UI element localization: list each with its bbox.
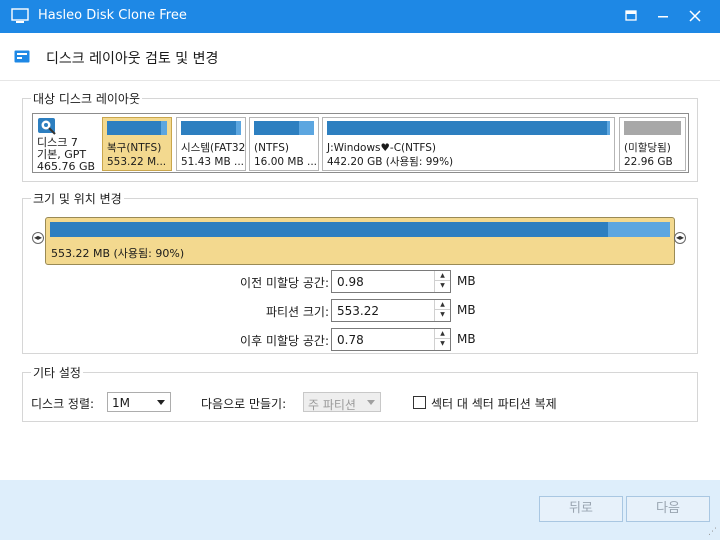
align-select[interactable]: 1M xyxy=(107,392,171,412)
title-bar: Hasleo Disk Clone Free xyxy=(0,0,720,33)
partition-name: 복구(NTFS) xyxy=(107,142,162,154)
resize-usage-fill xyxy=(50,222,608,237)
before-free-row: 이전 미할당 공간: 0.98 ▲ ▼ MB xyxy=(23,270,699,294)
partition-name: 시스템(FAT32 xyxy=(181,142,246,154)
field-label: 파티션 크기: xyxy=(265,305,329,319)
partition-size-spinbox[interactable]: 553.22 ▲ ▼ xyxy=(331,299,451,322)
group-title: 대상 디스크 레이아웃 xyxy=(31,90,142,107)
usage-fill xyxy=(107,121,161,135)
partition-recovery[interactable]: 복구(NTFS) 553.22 M... xyxy=(102,117,172,171)
usage-fill xyxy=(327,121,608,135)
restore-icon[interactable] xyxy=(620,6,642,26)
sector-clone-checkbox[interactable] xyxy=(413,396,426,409)
after-free-spinbox[interactable]: 0.78 ▲ ▼ xyxy=(331,328,451,351)
disk-search-icon xyxy=(38,118,56,135)
right-resize-handle[interactable]: ◂▸ xyxy=(674,232,686,244)
main-content: 대상 디스크 레이아웃 디스크 7 기본, GPT 465.76 GB 복구(N… xyxy=(0,82,720,480)
spin-buttons: ▲ ▼ xyxy=(434,329,450,350)
usage-fill xyxy=(624,121,681,135)
disk-row: 디스크 7 기본, GPT 465.76 GB 복구(NTFS) 553.22 … xyxy=(32,113,689,173)
align-label: 디스크 정렬: xyxy=(31,397,95,411)
page-header: 디스크 레이아웃 검토 및 변경 xyxy=(0,33,720,81)
chevron-down-icon xyxy=(157,400,165,405)
field-label: 이후 미할당 공간: xyxy=(240,334,329,348)
usage-bar xyxy=(624,121,681,135)
back-button[interactable]: 뒤로 xyxy=(539,496,623,522)
resize-bar-label: 553.22 MB (사용됨: 90%) xyxy=(51,247,185,260)
unit-label: MB xyxy=(457,332,476,346)
disk-size: 465.76 GB xyxy=(37,160,96,173)
resize-usage-bar xyxy=(50,222,670,237)
spin-down-icon[interactable]: ▼ xyxy=(435,339,450,349)
partition-name: (미할당됨) xyxy=(624,142,671,154)
partition-resize-bar[interactable]: 553.22 MB (사용됨: 90%) xyxy=(45,217,675,265)
spin-buttons: ▲ ▼ xyxy=(434,300,450,321)
create-as-value: 주 파티션 xyxy=(308,398,356,412)
partition-size: 553.22 M... xyxy=(107,156,167,168)
field-label: 이전 미할당 공간: xyxy=(240,276,329,290)
monitor-icon xyxy=(11,8,29,23)
resize-grip-icon[interactable]: ⋰ xyxy=(708,527,717,537)
spin-value: 553.22 xyxy=(337,304,379,318)
minimize-icon[interactable] xyxy=(652,6,674,26)
target-layout-group: 대상 디스크 레이아웃 디스크 7 기본, GPT 465.76 GB 복구(N… xyxy=(22,90,698,182)
spin-down-icon[interactable]: ▼ xyxy=(435,281,450,291)
partition-size: 22.96 GB xyxy=(624,156,673,168)
align-value: 1M xyxy=(112,396,130,410)
spin-buttons: ▲ ▼ xyxy=(434,271,450,292)
spin-up-icon[interactable]: ▲ xyxy=(435,271,450,281)
usage-bar xyxy=(181,121,241,135)
usage-bar xyxy=(254,121,314,135)
group-title: 크기 및 위치 변경 xyxy=(31,190,124,207)
partition-name: J:Windows♥-C(NTFS) xyxy=(327,142,437,154)
before-free-spinbox[interactable]: 0.98 ▲ ▼ xyxy=(331,270,451,293)
unit-label: MB xyxy=(457,303,476,317)
unit-label: MB xyxy=(457,274,476,288)
partition-size-row: 파티션 크기: 553.22 ▲ ▼ MB xyxy=(23,299,699,323)
page-title: 디스크 레이아웃 검토 및 변경 xyxy=(46,51,219,67)
resize-group: 크기 및 위치 변경 ◂▸ 553.22 MB (사용됨: 90%) ◂▸ 이전… xyxy=(22,190,699,354)
sector-clone-label[interactable]: 섹터 대 섹터 파티션 복제 xyxy=(431,395,557,415)
partition-windows[interactable]: J:Windows♥-C(NTFS) 442.20 GB (사용됨: 99%) xyxy=(322,117,615,171)
spin-value: 0.98 xyxy=(337,275,364,289)
disk-info: 디스크 7 기본, GPT 465.76 GB xyxy=(35,116,107,173)
spin-value: 0.78 xyxy=(337,333,364,347)
partition-system[interactable]: 시스템(FAT32 51.43 MB ... xyxy=(176,117,246,171)
footer: 뒤로 다음 ⋰ xyxy=(0,480,720,540)
usage-fill xyxy=(254,121,299,135)
chevron-down-icon xyxy=(367,400,375,405)
partition-size: 51.43 MB ... xyxy=(181,156,245,168)
spin-up-icon[interactable]: ▲ xyxy=(435,300,450,310)
disk-layout-icon xyxy=(14,50,30,63)
partition-size: 442.20 GB (사용됨: 99%) xyxy=(327,156,454,168)
spin-down-icon[interactable]: ▼ xyxy=(435,310,450,320)
partition-msr[interactable]: (NTFS) 16.00 MB ... xyxy=(249,117,319,171)
partition-name: (NTFS) xyxy=(254,142,289,154)
usage-bar xyxy=(327,121,610,135)
next-button[interactable]: 다음 xyxy=(626,496,710,522)
usage-fill xyxy=(181,121,237,135)
create-as-select[interactable]: 주 파티션 xyxy=(303,392,381,412)
spin-up-icon[interactable]: ▲ xyxy=(435,329,450,339)
create-as-label: 다음으로 만들기: xyxy=(201,397,287,411)
close-icon[interactable] xyxy=(684,6,706,26)
group-title: 기타 설정 xyxy=(31,364,83,381)
window-title: Hasleo Disk Clone Free xyxy=(38,8,187,23)
partition-size: 16.00 MB ... xyxy=(254,156,318,168)
after-free-row: 이후 미할당 공간: 0.78 ▲ ▼ MB xyxy=(23,328,699,352)
left-resize-handle[interactable]: ◂▸ xyxy=(32,232,44,244)
other-settings-group: 기타 설정 디스크 정렬: 1M 다음으로 만들기: 주 파티션 섹터 대 섹터… xyxy=(22,364,698,422)
partition-unallocated[interactable]: (미할당됨) 22.96 GB xyxy=(619,117,686,171)
usage-bar xyxy=(107,121,167,135)
